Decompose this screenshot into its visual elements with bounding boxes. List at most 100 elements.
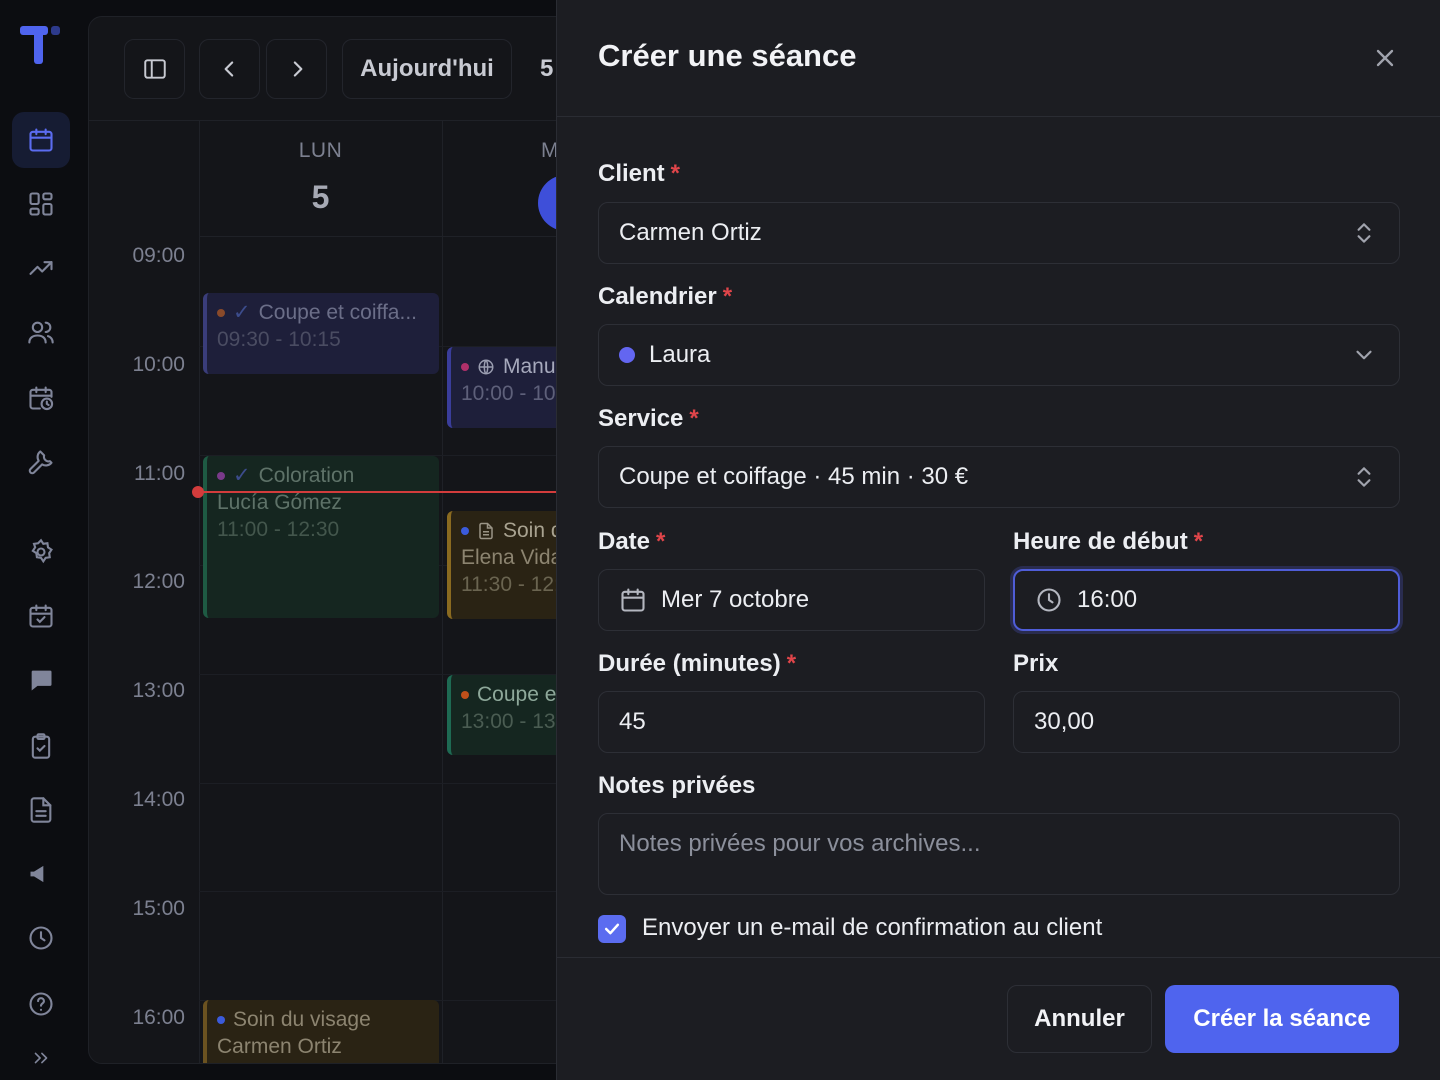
nav-clients[interactable]	[12, 304, 70, 360]
event-title: Coupe et coiffa...	[258, 301, 417, 324]
nav-marketing[interactable]	[12, 846, 70, 902]
price-input[interactable]: 30,00	[1013, 691, 1400, 753]
calendar-event[interactable]: ✓ Coloration Lucía Gómez 11:00 - 12:30	[203, 456, 439, 618]
calendar-view: Aujourd'hui 5 LUN 5 M 09:00 10:00 11:00 …	[88, 16, 568, 1064]
nav-calendar[interactable]	[12, 112, 70, 168]
chevron-down-icon	[1356, 350, 1372, 360]
close-button[interactable]	[1367, 40, 1403, 76]
nav-expand[interactable]	[12, 1038, 70, 1078]
next-week-button[interactable]	[266, 39, 327, 99]
previous-week-button[interactable]	[199, 39, 260, 99]
day-number: 5	[311, 179, 330, 215]
calendar-event[interactable]: Soin d Elena Vida 11:30 - 12:	[447, 511, 567, 619]
calendar-label: Calendrier *	[598, 283, 733, 310]
check-icon	[604, 923, 620, 935]
nav-dashboard[interactable]	[12, 176, 70, 232]
clock-icon	[29, 926, 53, 950]
create-session-button[interactable]: Créer la séance	[1165, 985, 1399, 1053]
wrench-icon	[28, 450, 53, 475]
chevron-left-icon	[224, 61, 233, 77]
nav-settings[interactable]	[12, 524, 70, 580]
cancel-button[interactable]: Annuler	[1007, 985, 1152, 1053]
start-time-input[interactable]: 16:00	[1013, 569, 1400, 631]
hour-label: 14:00	[132, 788, 185, 811]
check-icon: ✓	[233, 464, 251, 487]
event-title: Soin d	[503, 519, 563, 542]
calendar-value: Laura	[649, 341, 711, 368]
calendar-event[interactable]: Soin du visage Carmen Ortiz	[203, 1000, 439, 1063]
event-time: 10:00 - 10:	[461, 382, 562, 405]
hour-label: 10:00	[132, 353, 185, 376]
send-email-checkbox[interactable]	[598, 915, 626, 943]
users-icon	[28, 321, 54, 344]
file-text-icon	[30, 797, 52, 823]
message-icon	[31, 670, 52, 691]
hour-label: 13:00	[132, 679, 185, 702]
nav-availability[interactable]	[12, 370, 70, 426]
hour-label: 09:00	[132, 244, 185, 267]
current-time-line	[197, 491, 567, 493]
required-mark: *	[1193, 528, 1204, 555]
date-picker[interactable]: Mer 7 octobre	[598, 569, 985, 631]
service-select[interactable]: Coupe et coiffage · 45 min · 30 €	[598, 446, 1400, 508]
notes-textarea[interactable]: Notes privées pour vos archives...	[598, 813, 1400, 895]
calendar-event[interactable]: ✓ Coupe et coiffa... 09:30 - 10:15	[203, 293, 439, 374]
calendar-toolbar: Aujourd'hui 5	[89, 17, 567, 121]
dashboard-icon	[29, 192, 53, 216]
document-icon	[479, 522, 493, 539]
hour-label: 15:00	[132, 897, 185, 920]
event-client: Lucía Gómez	[217, 491, 342, 514]
calendar-icon	[621, 588, 645, 612]
help-icon	[29, 992, 53, 1016]
app-logo[interactable]	[20, 26, 64, 68]
status-dot	[217, 308, 225, 317]
create-session-dialog: Créer une séance Client * Carmen Ortiz Ca…	[556, 0, 1440, 1080]
required-mark: *	[670, 160, 681, 187]
day-of-week: LUN	[298, 139, 343, 162]
start-time-value: 16:00	[1077, 586, 1138, 613]
event-title: Coupe e	[477, 683, 557, 706]
hour-label: 11:00	[134, 462, 185, 485]
nav-history[interactable]	[12, 910, 70, 966]
dialog-header: Créer une séance	[557, 0, 1440, 117]
service-label: Service *	[598, 405, 699, 432]
status-dot	[461, 690, 469, 699]
event-time: 11:00 - 12:30	[217, 518, 340, 541]
status-dot	[461, 362, 469, 371]
toggle-sidebar-button[interactable]	[124, 39, 185, 99]
event-client: Carmen Ortiz	[217, 1035, 342, 1058]
calendar-event[interactable]: Manu 10:00 - 10:	[447, 347, 567, 428]
nav-help[interactable]	[12, 976, 70, 1032]
day-header-monday[interactable]: LUN 5	[199, 121, 442, 237]
today-button[interactable]: Aujourd'hui	[342, 39, 512, 99]
client-label: Client *	[598, 160, 681, 187]
client-value: Carmen Ortiz	[619, 219, 762, 246]
client-select[interactable]: Carmen Ortiz	[598, 202, 1400, 264]
day-header-tuesday[interactable]: M	[443, 121, 567, 237]
dialog-title: Créer une séance	[598, 38, 857, 73]
notes-placeholder: Notes privées pour vos archives...	[619, 830, 981, 857]
required-mark: *	[689, 405, 699, 432]
nav-tasks[interactable]	[12, 718, 70, 774]
calendar-event[interactable]: Coupe e 13:00 - 13	[447, 675, 567, 755]
app-sidebar	[0, 0, 82, 1080]
event-client: Elena Vida	[461, 546, 563, 569]
send-email-label[interactable]: Envoyer un e-mail de confirmation au cli…	[642, 914, 1102, 942]
required-mark: *	[656, 528, 666, 555]
notes-label: Notes privées	[598, 772, 756, 799]
duration-input[interactable]: 45	[598, 691, 985, 753]
check-icon: ✓	[233, 301, 251, 324]
nav-services[interactable]	[12, 434, 70, 490]
required-mark: *	[786, 650, 797, 677]
duration-label: Durée (minutes) *	[598, 650, 797, 677]
chevrons-up-down-icon	[1357, 223, 1371, 243]
nav-messages[interactable]	[12, 652, 70, 708]
price-value: 30,00	[1034, 708, 1095, 735]
date-value: Mer 7 octobre	[661, 586, 810, 613]
event-title: Soin du visage	[233, 1008, 371, 1031]
nav-bookings[interactable]	[12, 588, 70, 644]
calendar-select[interactable]: Laura	[598, 324, 1400, 386]
sidebar-panel-icon	[143, 59, 166, 79]
nav-documents[interactable]	[12, 782, 70, 838]
nav-analytics[interactable]	[12, 240, 70, 296]
